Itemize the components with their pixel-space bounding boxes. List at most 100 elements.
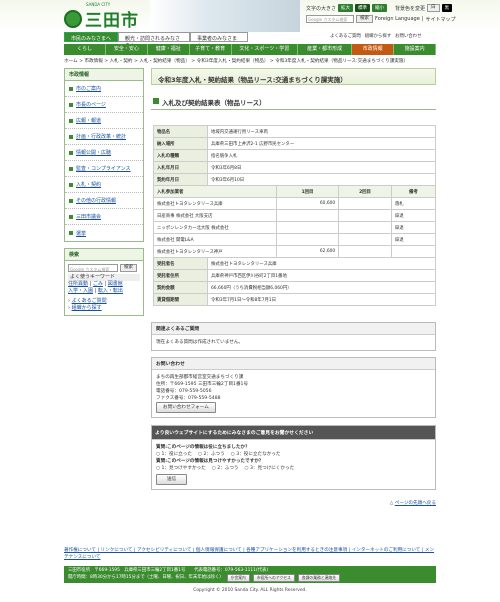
bullet-icon (69, 231, 73, 235)
sidebar-item[interactable]: 計画・行政改革・統計 (65, 129, 143, 145)
q1-option[interactable]: ○ 3：役に立たなかった (231, 451, 281, 458)
nav-item[interactable]: 産業・都市形成 (298, 44, 353, 55)
bg-black-button[interactable]: 黒 (441, 4, 453, 12)
q2-option[interactable]: ○ 2：ふつう (212, 465, 239, 472)
footer-button[interactable]: 市役所へのアクセス (252, 574, 295, 582)
q1-option[interactable]: ○ 1：役に立った (156, 451, 192, 458)
quick-faq-link[interactable]: よくあるご質問 (330, 33, 361, 39)
bid-header-row: 入札参加業者 1回目 2回目 備考 (153, 185, 437, 198)
nav-item[interactable]: 子育て・教育 (190, 44, 232, 55)
bg-white-button[interactable]: 白 (427, 4, 440, 12)
bid-row: ニッポンレンタカー北大阪 株式会社 辞退 (153, 221, 437, 234)
header-tools: 文字の大きさ 拡大 標準 縮小 背景色を変更 白 黒 Google カスタム検索… (306, 4, 456, 23)
sidebar-menu: 市政情報 市のご案内 市長のページ 広報・報道 計画・行政改革・統計 情報公開・… (64, 68, 144, 242)
bullet-icon (69, 118, 73, 123)
quick-contact-link[interactable]: お問い合わせ (395, 33, 421, 39)
font-size-label: 文字の大きさ (306, 5, 337, 12)
search-heading: 検索 (65, 249, 143, 261)
sidebar-item[interactable]: 市のご案内 (65, 81, 143, 97)
q2-option[interactable]: ○ 1：見つけやすかった (156, 465, 206, 472)
contact-phone: 電話番号：079-559-5056 (156, 389, 212, 394)
table-row: 受託者住所 兵庫県神戸市西区伊川谷町2丁目1番地 (153, 269, 436, 282)
audience-business-tab[interactable]: 事業者のみなさまへ (190, 32, 248, 49)
font-standard-button[interactable]: 標準 (355, 4, 371, 12)
footer-link-list[interactable]: 著作権について | リンクについて | アクセシビリティについて | 個人情報保… (64, 548, 434, 560)
sidebar-item[interactable]: 入札・契約 (65, 177, 143, 193)
feedback-box: より良いウェブサイトにするためにみなさまのご意見をお聞かせください 質問:このペ… (151, 425, 436, 490)
side-org-link[interactable]: 組織から探す (72, 305, 102, 311)
nav-item[interactable]: 安全・安心 (106, 44, 148, 55)
sidebar-item[interactable]: 三田市議会 (65, 209, 143, 225)
faq-box: 関連よくあるご質問 現在よくある質問は作成されていません。 (151, 322, 436, 351)
nav-item[interactable]: くらし (64, 44, 106, 55)
keyword-link[interactable]: ごみ (93, 281, 103, 287)
feedback-q2: 質問:このページの情報は見つけやすかったですか？ (156, 459, 264, 464)
faq-heading: 関連よくあるご質問 (152, 323, 435, 335)
contact-dept: まちの再生部都市経営室交通まちづくり課 (156, 375, 244, 380)
nav-item[interactable]: 施設案内 (394, 44, 437, 55)
foreign-language-link[interactable]: Foreign Language (375, 16, 420, 22)
sidebar-heading: 市政情報 (65, 69, 143, 81)
nav-item[interactable]: 健康・福祉 (148, 44, 190, 55)
sidebar-item[interactable]: 情報公開・広聴 (65, 145, 143, 161)
breadcrumb[interactable]: ホーム > 市政情報 > 入札・契約 > 入札・契約結果（物品） > 令和3年度… (64, 58, 436, 64)
table-row: 入札年月日 令和3年6月8日 (153, 161, 436, 174)
table-row: 受託者名 株式会社トヨタレンタリース兵庫 (153, 257, 436, 270)
bid-row: 株式会社トヨタレンタリース兵庫 60,600 落札 (153, 197, 437, 210)
contact-box: お問い合わせ まちの再生部都市経営室交通まちづくり課 住所：〒669-1595 … (151, 357, 436, 418)
logo-text: 三田市 (85, 11, 139, 31)
quick-org-link[interactable]: 組織から探す (365, 33, 391, 39)
side-search-input[interactable]: Google カスタム検索 (68, 264, 118, 272)
bullet-icon (69, 166, 73, 171)
global-nav: くらし 安全・安心 健康・福祉 子育て・教育 文化・スポーツ・学習 産業・都市形… (64, 44, 437, 55)
font-enlarge-button[interactable]: 拡大 (338, 4, 354, 12)
bid-row: 株式会社 関電L&A 辞退 (153, 233, 437, 246)
sidebar-item[interactable]: 市長のページ (65, 97, 143, 113)
nav-item[interactable]: 文化・スポーツ・学習 (232, 44, 299, 55)
footer-hours: 開庁時間：8時30分から17時15分まで（土曜、日曜、祝日、年末年始は除く） (68, 575, 224, 580)
keyword-link[interactable]: 入学・入園 (68, 288, 93, 294)
contact-address: 住所：〒669-1595 三田市三輪2丁目1番1号 (156, 382, 249, 387)
keyword-link[interactable]: 転入・転出 (98, 288, 123, 294)
footer-button[interactable]: 庁舎案内 (226, 574, 250, 582)
sidebar-search: 検索 Google カスタム検索 検索 よく使うキーワード 住所異動 | ごみ |… (64, 248, 144, 316)
nav-item-active[interactable]: 市政情報 (352, 44, 395, 55)
page-top-link[interactable]: ページの先頭へ戻る (395, 501, 436, 506)
footer-button[interactable]: 各課の業務と連絡先 (297, 574, 341, 582)
sidebar: 市政情報 市のご案内 市長のページ 広報・報道 計画・行政改革・統計 情報公開・… (64, 68, 144, 322)
footer-links: 著作権について | リンクについて | アクセシビリティについて | 個人情報保… (64, 547, 436, 561)
keyword-label: よく使うキーワード (68, 274, 140, 281)
bg-color-label: 背景色を変更 (395, 5, 426, 12)
main-content: 令和3年度入札・契約結果（物品リース:交通まちづくり課実施） 入札及び契約結果表… (151, 68, 437, 506)
bullet-icon (69, 86, 73, 91)
site-logo[interactable]: SANDA CITY 三田市 (64, 2, 139, 31)
keyword-link[interactable]: 住所異動 (68, 281, 88, 287)
sidebar-item[interactable]: その他の行政情報 (65, 193, 143, 209)
sidebar-item[interactable]: 選挙 (65, 225, 143, 241)
q1-option[interactable]: ○ 2：ふつう (198, 451, 225, 458)
sidebar-item[interactable]: 広報・報道 (65, 113, 143, 129)
site-footer: 三田市役所 〒669-1595 兵庫県三田市三輪2丁目1番1号 代表電話番号：0… (64, 566, 436, 583)
header-search-input[interactable]: Google カスタム検索 (306, 15, 354, 23)
feedback-submit-button[interactable]: 送信 (156, 474, 188, 485)
city-emblem-icon (64, 9, 82, 28)
side-faq-link[interactable]: よくあるご質問 (72, 298, 107, 304)
font-shrink-button[interactable]: 縮小 (372, 4, 388, 12)
audience-citizens-tab[interactable]: 市民のみなさまへ (64, 32, 118, 42)
q2-option[interactable]: ○ 3：見つけにくかった (245, 465, 295, 472)
bid-row: 日産商事 株式会社 大阪支店 辞退 (153, 209, 437, 222)
audience-tourists-tab[interactable]: 観光・訪問されるみなさまへ (118, 32, 190, 49)
header-search-button[interactable]: 検索 (356, 15, 373, 23)
table-row: 物品名 地域内交通運行用リース車両 (153, 125, 436, 138)
feedback-q1: 質問:このページの情報は役に立ちましたか？ (156, 445, 250, 450)
sitemap-link[interactable]: サイトマップ (425, 16, 455, 23)
contact-form-button[interactable]: お問い合わせフォーム (156, 402, 216, 413)
contact-heading: お問い合わせ (152, 358, 435, 370)
keyword-link[interactable]: 図書館 (108, 281, 123, 287)
bullet-icon (69, 150, 73, 155)
page-title: 令和3年度入札・契約結果（物品リース:交通まちづくり課実施） (151, 68, 436, 85)
table-row: 入札の種類 指名競争入札 (153, 149, 436, 162)
logo-subtitle: SANDA CITY (86, 2, 111, 7)
sidebar-item[interactable]: 監査・コンプライアンス (65, 161, 143, 177)
side-search-button[interactable]: 検索 (120, 264, 137, 272)
